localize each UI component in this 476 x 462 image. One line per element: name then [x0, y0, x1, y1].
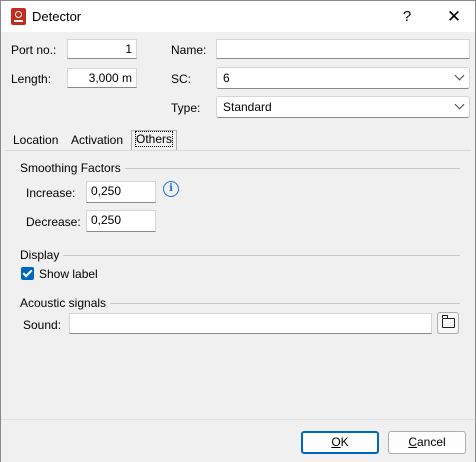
tab-activation[interactable]: Activation	[71, 132, 123, 149]
tab-others[interactable]: Others	[131, 130, 178, 151]
folder-open-icon	[442, 315, 455, 328]
ok-label-rest: K	[340, 435, 349, 449]
help-icon[interactable]: ?	[393, 1, 421, 32]
type-label: Type:	[171, 101, 201, 115]
chevron-down-icon	[454, 70, 465, 81]
detector-dialog: Detector ? ✕ Port no.: 1 Length: 3,000 m…	[0, 0, 476, 462]
port-label: Port no.:	[11, 43, 57, 57]
cancel-button[interactable]: Cancel	[388, 431, 466, 454]
window-title: Detector	[32, 9, 82, 24]
increase-field[interactable]: 0,250	[86, 181, 156, 203]
increase-label: Increase:	[26, 186, 76, 200]
tab-others-label: Others	[134, 131, 174, 147]
display-group-title: Display	[20, 248, 64, 262]
sc-label: SC:	[171, 72, 192, 86]
show-label-checkbox[interactable]	[21, 267, 34, 280]
browse-sound-button[interactable]	[437, 312, 459, 334]
port-field[interactable]: 1	[67, 39, 137, 59]
chevron-down-icon	[454, 99, 465, 110]
sound-label: Sound:	[23, 318, 62, 332]
info-icon[interactable]: i	[163, 181, 179, 197]
type-select[interactable]: Standard	[216, 96, 470, 118]
decrease-field[interactable]: 0,250	[86, 210, 156, 232]
title-bar: Detector ? ✕	[1, 1, 475, 32]
close-icon[interactable]: ✕	[433, 1, 475, 32]
sound-field[interactable]	[69, 313, 432, 334]
display-divider	[20, 255, 460, 256]
ok-button[interactable]: OK	[301, 431, 379, 454]
acoustic-group-title: Acoustic signals	[20, 296, 111, 310]
smoothing-group-title: Smoothing Factors	[20, 161, 125, 175]
app-detector-icon	[11, 8, 26, 25]
sc-select[interactable]: 6	[216, 67, 470, 89]
length-label: Length:	[11, 72, 52, 86]
sc-select-value: 6	[223, 71, 230, 85]
tab-location[interactable]: Location	[13, 132, 58, 149]
length-field[interactable]: 3,000 m	[67, 68, 137, 88]
ok-mnemonic: O	[331, 435, 341, 449]
type-select-value: Standard	[223, 100, 272, 114]
name-label: Name:	[171, 43, 207, 57]
name-field[interactable]	[216, 39, 470, 59]
decrease-label: Decrease:	[26, 215, 81, 229]
cancel-label-rest: ancel	[416, 435, 446, 449]
cancel-mnemonic: C	[408, 435, 417, 449]
show-label-text[interactable]: Show label	[39, 267, 98, 281]
